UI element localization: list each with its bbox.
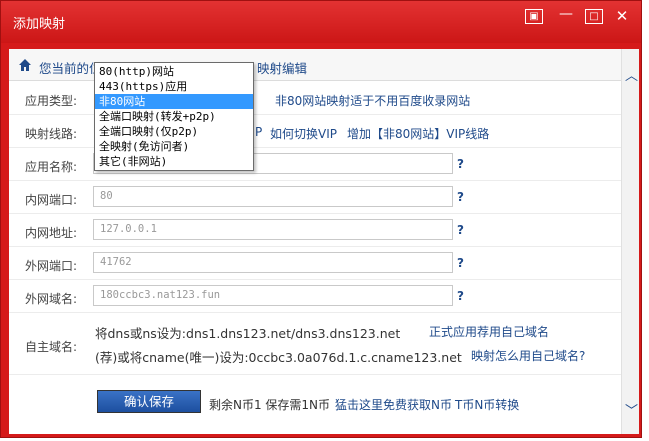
- outer-port-input[interactable]: 41762: [93, 252, 453, 273]
- switch-vip-link[interactable]: 如何切换VIP: [270, 125, 337, 142]
- help-icon[interactable]: ?: [457, 223, 464, 237]
- inner-port-label: 内网端口:: [25, 193, 78, 207]
- app-type-note: 非80网站映射适于不用百度收录网站: [275, 94, 471, 108]
- outer-domain-label: 外网域名:: [25, 292, 78, 306]
- dropdown-option[interactable]: 全端口映射(仅p2p): [95, 124, 253, 139]
- breadcrumb-current: 映射编辑: [257, 61, 308, 76]
- free-coins-link[interactable]: 猛击这里免费获取N币: [335, 396, 452, 413]
- maximize-icon[interactable]: □: [585, 9, 603, 24]
- balance-text: 剩余N币1 保存需1N币: [209, 398, 331, 412]
- help-icon[interactable]: ?: [457, 289, 464, 303]
- row-outer-port: 外网端口: 41762 ?: [9, 247, 621, 280]
- row-outer-domain: 外网域名: 180ccbc3.nat123.fun ?: [9, 280, 621, 313]
- minimize-icon[interactable]: —: [557, 7, 575, 24]
- dropdown-option[interactable]: 其它(非网站): [95, 154, 253, 169]
- own-domain-dns: 将dns或ns设为:dns1.dns123.net/dns3.dns123.ne…: [95, 326, 401, 341]
- outer-port-label: 外网端口:: [25, 259, 78, 273]
- help-icon[interactable]: ?: [457, 256, 464, 270]
- dropdown-option[interactable]: 443(https)应用: [95, 79, 253, 94]
- own-domain-link[interactable]: 正式应用荐用自己域名: [429, 323, 549, 340]
- scrollbar[interactable]: ︿ ﹀: [621, 49, 639, 434]
- dropdown-option[interactable]: 全端口映射(转发+p2p): [95, 109, 253, 124]
- title-bar[interactable]: 添加映射 ▣ — □ ✕: [1, 1, 641, 43]
- inner-addr-input[interactable]: 127.0.0.1: [93, 219, 453, 240]
- help-icon[interactable]: ?: [457, 190, 464, 204]
- line-label: 映射线路:: [25, 127, 78, 141]
- own-domain-label: 自主域名:: [25, 340, 78, 354]
- restore-icon[interactable]: ▣: [525, 9, 543, 24]
- line-partial: P: [255, 125, 263, 139]
- window-title: 添加映射: [13, 17, 66, 32]
- row-own-domain: 自主域名: 将dns或ns设为:dns1.dns123.net/dns3.dns…: [9, 313, 621, 375]
- app-type-label: 应用类型:: [25, 94, 78, 108]
- own-domain-cname: (荐)或将cname(唯一)设为:0ccbc3.0a076d.1.c.cname…: [95, 350, 462, 365]
- dropdown-option[interactable]: 80(http)网站: [95, 64, 253, 79]
- dropdown-option[interactable]: 全映射(免访问者): [95, 139, 253, 154]
- own-domain-howto-link[interactable]: 映射怎么用自己域名?: [471, 347, 585, 364]
- app-type-dropdown[interactable]: 80(http)网站 443(https)应用 非80网站 全端口映射(转发+p2p)…: [94, 62, 254, 171]
- add-vip-line-link[interactable]: 增加【非80网站】VIP线路: [347, 125, 489, 142]
- inner-port-input[interactable]: 80: [93, 186, 453, 207]
- outer-domain-input[interactable]: 180ccbc3.nat123.fun: [93, 285, 453, 306]
- help-icon[interactable]: ?: [457, 157, 464, 171]
- chevron-down-icon[interactable]: ﹀: [625, 400, 638, 419]
- row-inner-addr: 内网地址: 127.0.0.1 ?: [9, 214, 621, 247]
- row-inner-port: 内网端口: 80 ?: [9, 181, 621, 214]
- chevron-up-icon[interactable]: ︿: [625, 65, 638, 84]
- close-icon[interactable]: ✕: [613, 9, 631, 24]
- save-button[interactable]: 确认保存: [97, 390, 201, 413]
- app-name-label: 应用名称:: [25, 160, 78, 174]
- home-icon: [19, 59, 31, 71]
- convert-coins-link[interactable]: T币N币转换: [455, 396, 519, 413]
- inner-addr-label: 内网地址:: [25, 226, 78, 240]
- dropdown-option[interactable]: 非80网站: [95, 94, 253, 109]
